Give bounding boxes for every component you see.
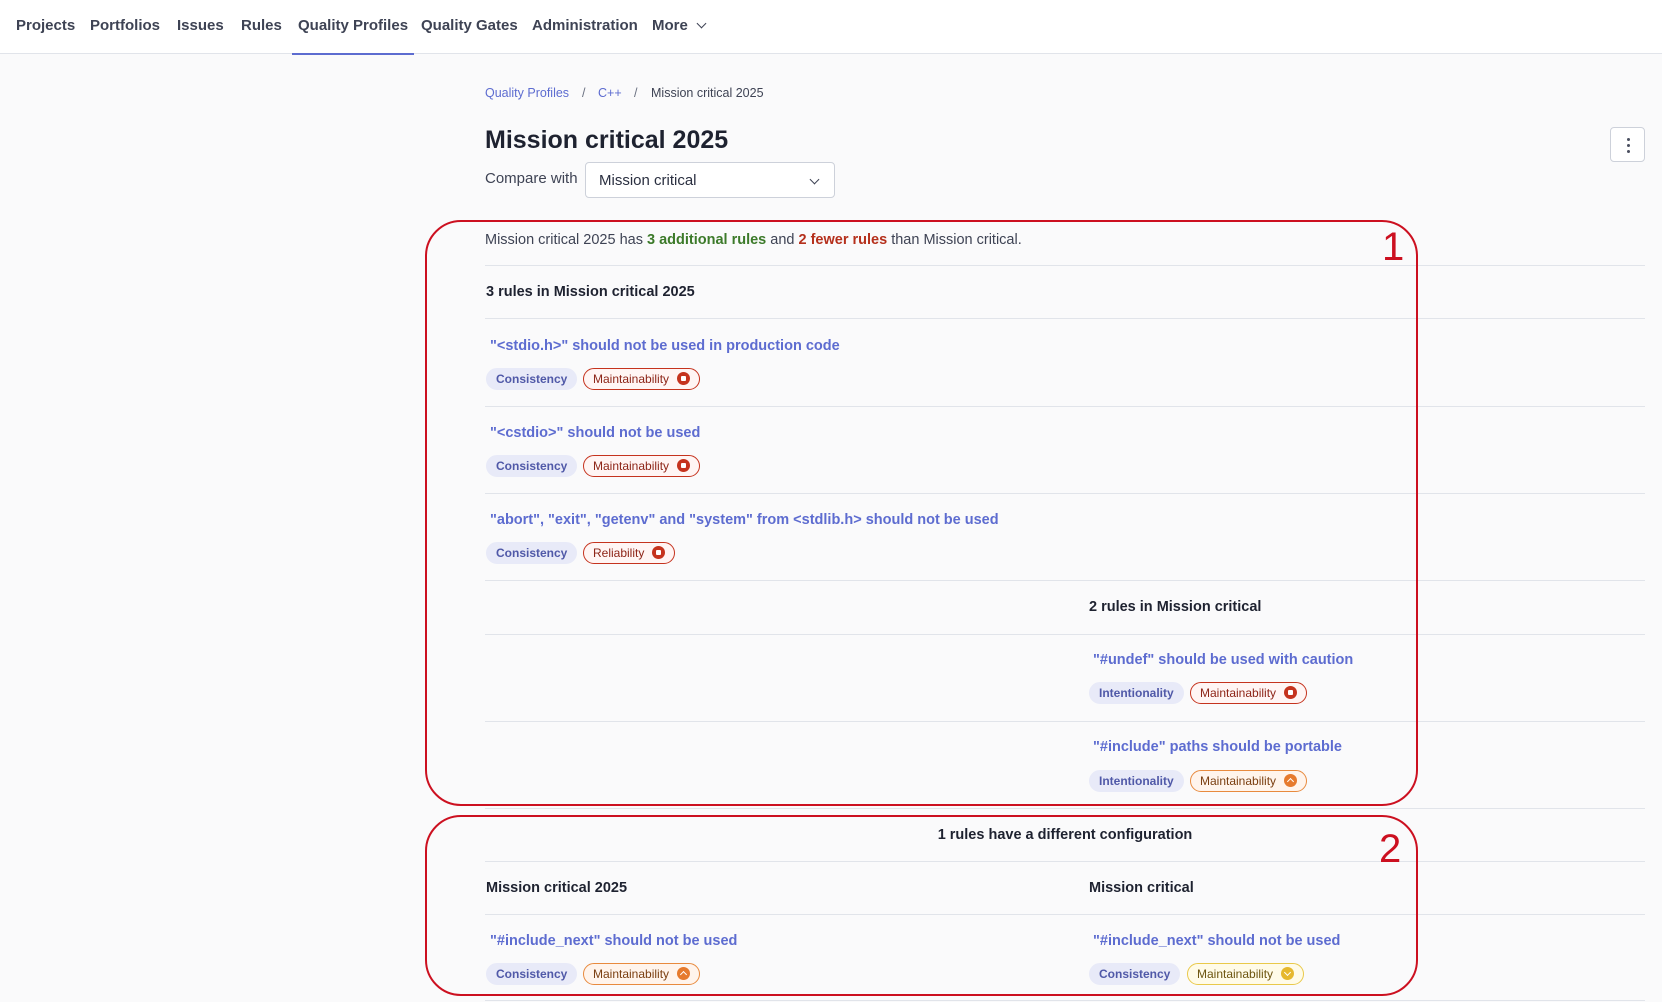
divider bbox=[485, 1000, 1645, 1001]
chevron-down-icon bbox=[809, 174, 820, 185]
active-tab-indicator bbox=[292, 53, 415, 55]
quality-tag: Maintainability bbox=[583, 963, 701, 985]
summary-additional: 3 additional rules bbox=[647, 232, 767, 248]
quality-tag: Reliability bbox=[583, 542, 676, 564]
quality-tag: Maintainability bbox=[1190, 770, 1308, 792]
severity-blocker-icon bbox=[652, 546, 666, 560]
category-tag: Intentionality bbox=[1089, 770, 1184, 792]
severity-blocker-icon bbox=[677, 372, 691, 386]
breadcrumb-current: Mission critical 2025 bbox=[651, 86, 764, 100]
divider bbox=[485, 721, 1645, 722]
kebab-dot bbox=[1627, 144, 1630, 147]
compare-select-value: Mission critical bbox=[599, 172, 697, 189]
kebab-dot bbox=[1627, 138, 1630, 141]
divider bbox=[485, 318, 1645, 319]
quality-label: Maintainability bbox=[593, 372, 670, 386]
divider bbox=[485, 634, 1645, 635]
nav-projects[interactable]: Projects bbox=[16, 0, 75, 54]
right-section-heading: 2 rules in Mission critical bbox=[1089, 599, 1262, 615]
summary-suffix: than Mission critical. bbox=[887, 232, 1022, 248]
severity-high-icon bbox=[677, 967, 691, 981]
top-navigation: Projects Portfolios Issues Rules Quality… bbox=[0, 0, 1662, 55]
quality-tag: Maintainability bbox=[583, 368, 701, 390]
summary-prefix: Mission critical 2025 has bbox=[485, 232, 647, 248]
category-tag: Consistency bbox=[486, 368, 578, 390]
rule-link[interactable]: "#undef" should be used with caution bbox=[1093, 652, 1353, 668]
quality-label: Maintainability bbox=[1200, 686, 1277, 700]
left-section-heading: 3 rules in Mission critical 2025 bbox=[486, 284, 695, 300]
comparison-summary: Mission critical 2025 has 3 additional r… bbox=[485, 232, 1022, 248]
quality-tag: Maintainability bbox=[1190, 682, 1308, 704]
category-tag: Consistency bbox=[1089, 963, 1181, 985]
nav-administration[interactable]: Administration bbox=[532, 0, 638, 54]
severity-high-icon bbox=[1284, 774, 1298, 788]
rule-link[interactable]: "#include_next" should not be used bbox=[1093, 933, 1340, 949]
annotation-number-1: 1 bbox=[1382, 225, 1405, 269]
breadcrumb-separator: / bbox=[634, 86, 638, 100]
rule-link[interactable]: "#include" paths should be portable bbox=[1093, 739, 1342, 755]
category-tag: Consistency bbox=[486, 963, 578, 985]
divider bbox=[485, 265, 1645, 266]
nav-quality-profiles[interactable]: Quality Profiles bbox=[292, 0, 415, 55]
divider bbox=[485, 914, 1645, 915]
nav-more[interactable]: More bbox=[652, 0, 707, 54]
annotation-number-2: 2 bbox=[1379, 827, 1402, 871]
severity-blocker-icon bbox=[677, 459, 691, 473]
rule-link[interactable]: "#include_next" should not be used bbox=[490, 933, 737, 949]
nav-issues[interactable]: Issues bbox=[177, 0, 224, 54]
quality-label: Maintainability bbox=[1200, 774, 1277, 788]
quality-label: Maintainability bbox=[593, 967, 670, 981]
nav-quality-profiles-label: Quality Profiles bbox=[298, 17, 409, 34]
breadcrumb-separator: / bbox=[582, 86, 586, 100]
quality-label: Maintainability bbox=[1197, 967, 1274, 981]
category-tag: Consistency bbox=[486, 542, 578, 564]
category-tag: Intentionality bbox=[1089, 682, 1184, 704]
compare-label: Compare with bbox=[485, 170, 578, 187]
quality-label: Reliability bbox=[593, 546, 645, 560]
nav-portfolios[interactable]: Portfolios bbox=[90, 0, 160, 54]
rule-link[interactable]: "<cstdio>" should not be used bbox=[490, 425, 700, 441]
nav-more-label: More bbox=[652, 17, 688, 34]
diff-right-heading: Mission critical bbox=[1089, 880, 1194, 896]
divider bbox=[485, 406, 1645, 407]
divider bbox=[485, 493, 1645, 494]
category-tag: Consistency bbox=[486, 455, 578, 477]
breadcrumb-language[interactable]: C++ bbox=[598, 86, 622, 100]
kebab-dot bbox=[1627, 150, 1630, 153]
summary-fewer: 2 fewer rules bbox=[798, 232, 888, 248]
more-actions-button[interactable] bbox=[1610, 127, 1645, 162]
divider bbox=[485, 861, 1645, 862]
nav-quality-gates[interactable]: Quality Gates bbox=[421, 0, 518, 54]
severity-low-icon bbox=[1281, 967, 1295, 981]
summary-middle: and bbox=[766, 232, 799, 248]
rule-link[interactable]: "abort", "exit", "getenv" and "system" f… bbox=[490, 512, 999, 528]
breadcrumb-quality-profiles[interactable]: Quality Profiles bbox=[485, 86, 569, 100]
quality-label: Maintainability bbox=[593, 459, 670, 473]
quality-tag: Maintainability bbox=[1187, 963, 1305, 985]
compare-profile-select[interactable]: Mission critical bbox=[585, 162, 835, 198]
diff-left-heading: Mission critical 2025 bbox=[486, 880, 628, 896]
rule-link[interactable]: "<stdio.h>" should not be used in produc… bbox=[490, 338, 840, 354]
chevron-down-icon bbox=[696, 18, 707, 29]
divider bbox=[485, 808, 1645, 809]
page-title: Mission critical 2025 bbox=[485, 126, 729, 154]
nav-rules[interactable]: Rules bbox=[241, 0, 282, 54]
divider bbox=[485, 580, 1645, 581]
diff-section-heading: 1 rules have a different configuration bbox=[937, 827, 1193, 843]
severity-blocker-icon bbox=[1284, 686, 1298, 700]
quality-tag: Maintainability bbox=[583, 455, 701, 477]
